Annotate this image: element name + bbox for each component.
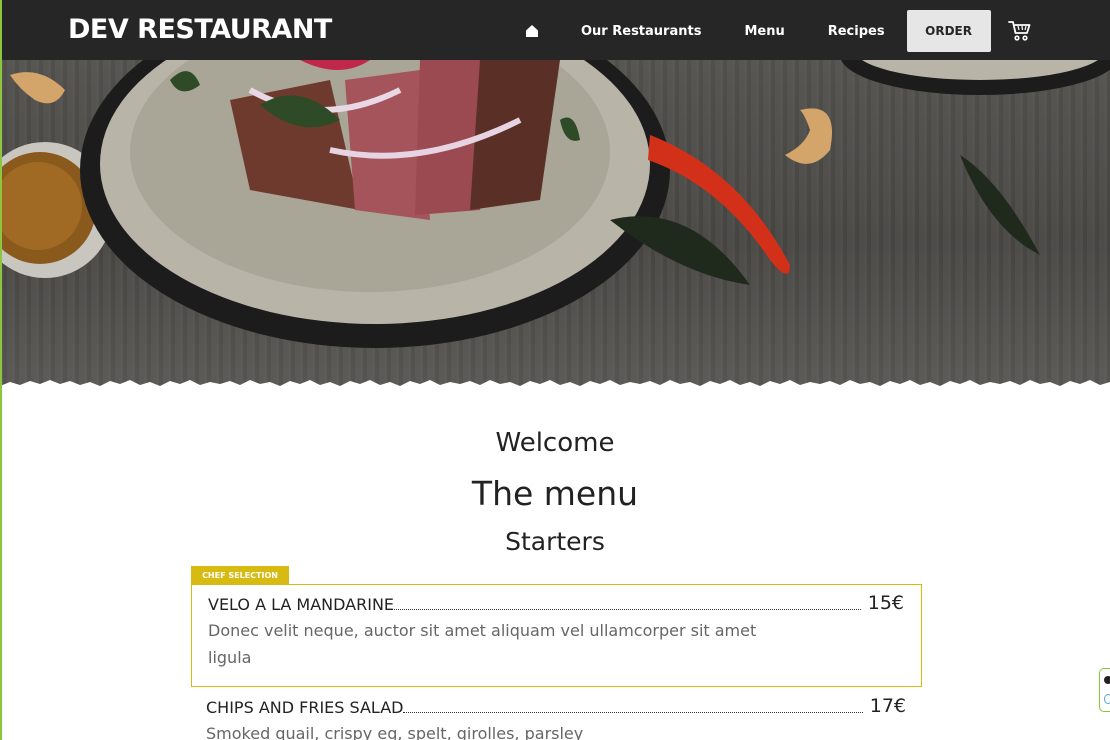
menu-item-name: CHIPS AND FRIES SALAD xyxy=(206,698,404,717)
side-floating-widget[interactable] xyxy=(1099,668,1110,712)
cashew xyxy=(785,108,832,164)
menu-item-row: CHIPS AND FRIES SALAD 17€ xyxy=(206,695,906,717)
main-nav: Our Restaurants Menu Recipes ORDER xyxy=(520,10,1033,52)
menu-item[interactable]: CHIPS AND FRIES SALAD 17€ Smoked quail, … xyxy=(206,695,906,740)
home-icon[interactable] xyxy=(520,19,544,43)
chef-selection-badge: CHEF SELECTION xyxy=(191,566,289,584)
menu-item-description: Smoked quail, crispy eg, spelt, girolles… xyxy=(206,724,584,740)
site-header: DEV RESTAURANT Our Restaurants Menu Reci… xyxy=(0,0,1110,60)
menu-item-description: Donec velit neque, auctor sit amet aliqu… xyxy=(208,621,757,667)
nav-link-menu[interactable]: Menu xyxy=(744,24,784,39)
section-title-starters: Starters xyxy=(505,527,605,556)
cart-icon[interactable] xyxy=(1007,18,1033,44)
dotted-leader xyxy=(394,609,861,610)
order-button[interactable]: ORDER xyxy=(906,10,991,52)
site-logo[interactable]: DEV RESTAURANT xyxy=(68,14,332,45)
widget-dot-icon xyxy=(1104,676,1110,684)
menu-title: The menu xyxy=(471,474,639,513)
hero-food-photo xyxy=(0,60,1110,392)
menu-item-price: 15€ xyxy=(867,592,904,614)
dotted-leader xyxy=(403,712,863,713)
menu-item-name: VELO A LA MANDARINE xyxy=(208,595,395,614)
food-illustration xyxy=(0,60,1110,392)
welcome-heading: Welcome xyxy=(495,428,615,458)
nav-link-recipes[interactable]: Recipes xyxy=(828,24,885,39)
nav-link-restaurants[interactable]: Our Restaurants xyxy=(581,24,701,39)
left-accent-edge xyxy=(0,0,2,740)
menu-item-price: 17€ xyxy=(869,695,906,717)
menu-item-row: VELO A LA MANDARINE 15€ xyxy=(208,592,904,614)
torn-paper-edge xyxy=(0,380,1110,392)
widget-ring-icon xyxy=(1104,694,1110,704)
menu-item[interactable]: VELO A LA MANDARINE 15€ Donec velit nequ… xyxy=(208,592,904,671)
